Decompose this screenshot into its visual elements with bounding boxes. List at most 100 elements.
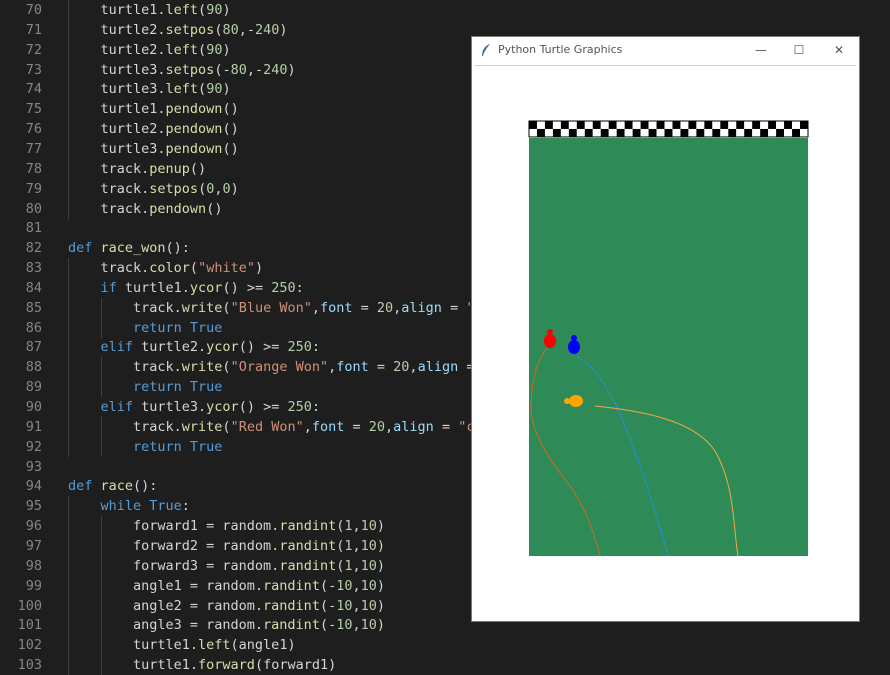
code-token: 1 bbox=[344, 518, 353, 535]
code-token: 240 bbox=[254, 21, 280, 38]
indent-guide bbox=[68, 39, 69, 60]
finish-square bbox=[664, 128, 673, 137]
code-token: randint bbox=[263, 617, 320, 634]
window-title: Python Turtle Graphics bbox=[498, 43, 623, 56]
line-number: 84 bbox=[25, 279, 42, 296]
code-text: turtle1.left(angle1) bbox=[133, 635, 296, 655]
code-token: : bbox=[311, 399, 320, 415]
finish-square bbox=[592, 128, 601, 137]
minimize-button[interactable]: — bbox=[746, 40, 776, 60]
line-number: 93 bbox=[25, 458, 42, 475]
finish-square bbox=[600, 128, 609, 137]
finish-square bbox=[800, 128, 808, 137]
indent-guide bbox=[68, 377, 69, 398]
code-token: 80 bbox=[222, 21, 239, 38]
code-token: return bbox=[133, 438, 190, 455]
indent-guide bbox=[100, 575, 102, 596]
code-token: if bbox=[100, 279, 125, 296]
indent-guide bbox=[100, 357, 102, 378]
code-text: angle1 = random.randint(-10,10) bbox=[133, 576, 385, 596]
indent-guide bbox=[68, 138, 69, 159]
code-token: : bbox=[311, 339, 320, 356]
indent-guide bbox=[68, 317, 69, 338]
code-token: pendown bbox=[165, 121, 223, 138]
window-titlebar[interactable]: Python Turtle Graphics — ☐ ✕ bbox=[472, 37, 859, 63]
finish-square bbox=[576, 121, 585, 129]
line-number: 97 bbox=[25, 537, 42, 554]
close-button[interactable]: ✕ bbox=[824, 40, 854, 60]
code-token: ( bbox=[198, 81, 207, 98]
finish-square bbox=[640, 121, 649, 129]
code-token: 0 bbox=[222, 180, 231, 197]
indent-guide bbox=[100, 635, 102, 656]
indent-guide bbox=[100, 535, 102, 556]
finish-square bbox=[568, 128, 577, 137]
code-token: "Red Won" bbox=[230, 418, 304, 435]
code-token: angle3 = random. bbox=[133, 617, 264, 634]
code-token: ) bbox=[376, 577, 386, 594]
code-text: turtle2.setpos(80,-240) bbox=[101, 20, 288, 40]
code-token: randint bbox=[279, 537, 337, 554]
code-token: (): bbox=[133, 478, 158, 495]
code-line[interactable]: 70 turtle1.left(90) bbox=[0, 0, 890, 20]
indent-guide bbox=[68, 297, 69, 318]
indent-guide bbox=[68, 0, 69, 20]
code-token: 10 bbox=[336, 617, 353, 634]
finish-square bbox=[664, 121, 673, 129]
code-token: align bbox=[401, 299, 442, 316]
finish-square bbox=[640, 128, 649, 137]
finish-square bbox=[776, 128, 785, 137]
indent-guide bbox=[68, 397, 69, 417]
indent-guide bbox=[68, 416, 69, 437]
code-token: "Blue Won" bbox=[230, 299, 312, 316]
code-token: 10 bbox=[360, 577, 377, 594]
code-text: return True bbox=[133, 437, 222, 457]
code-line[interactable]: 103 turtle1.forward(forward1) bbox=[0, 655, 890, 675]
code-token: , bbox=[352, 617, 361, 634]
code-token: True bbox=[189, 379, 223, 396]
code-token: ) bbox=[376, 597, 386, 614]
code-token: = bbox=[441, 299, 467, 316]
code-text: return True bbox=[133, 377, 222, 397]
code-token: def bbox=[68, 240, 101, 257]
finish-square bbox=[720, 121, 729, 129]
code-token: ) bbox=[287, 61, 296, 78]
code-text: elif turtle2.ycor() >= 250: bbox=[101, 337, 321, 357]
indent-guide bbox=[68, 178, 69, 199]
line-number: 71 bbox=[25, 21, 42, 38]
line-number: 72 bbox=[25, 41, 42, 58]
code-token: "white" bbox=[198, 260, 255, 277]
indent-guide bbox=[68, 277, 69, 298]
turtle-graphics-window[interactable]: Python Turtle Graphics — ☐ ✕ bbox=[471, 36, 860, 622]
code-token: ( bbox=[222, 418, 231, 435]
code-text: track.penup() bbox=[101, 159, 207, 179]
code-token: penup bbox=[149, 160, 190, 177]
code-token: forward3 = random. bbox=[133, 557, 280, 574]
finish-square bbox=[656, 121, 665, 129]
indent-guide bbox=[68, 436, 69, 457]
code-line[interactable]: 102 turtle1.left(angle1) bbox=[0, 635, 890, 656]
finish-square bbox=[744, 121, 753, 129]
code-token: elif bbox=[100, 339, 142, 356]
code-token: turtle2. bbox=[100, 41, 166, 58]
finish-square bbox=[736, 128, 745, 137]
maximize-button[interactable]: ☐ bbox=[784, 40, 814, 60]
code-token: 250 bbox=[271, 279, 296, 296]
code-token: race_won bbox=[100, 240, 166, 257]
code-token: , bbox=[311, 299, 320, 316]
code-token: , bbox=[352, 577, 361, 594]
code-token: forward bbox=[198, 657, 255, 674]
code-text: track.write("Orange Won",font = 20,align… bbox=[133, 357, 483, 377]
code-token: ycor bbox=[206, 339, 239, 356]
line-number: 80 bbox=[25, 200, 42, 217]
code-token: while bbox=[100, 498, 150, 515]
code-token: ,- bbox=[238, 21, 255, 38]
line-number: 103 bbox=[17, 657, 42, 674]
code-token: track. bbox=[133, 359, 182, 376]
code-token: left bbox=[165, 41, 199, 58]
code-text: turtle1.left(90) bbox=[101, 0, 231, 20]
code-token: , bbox=[352, 557, 361, 574]
finish-square bbox=[768, 128, 777, 137]
indent-guide bbox=[68, 555, 69, 576]
finish-square bbox=[560, 128, 569, 137]
